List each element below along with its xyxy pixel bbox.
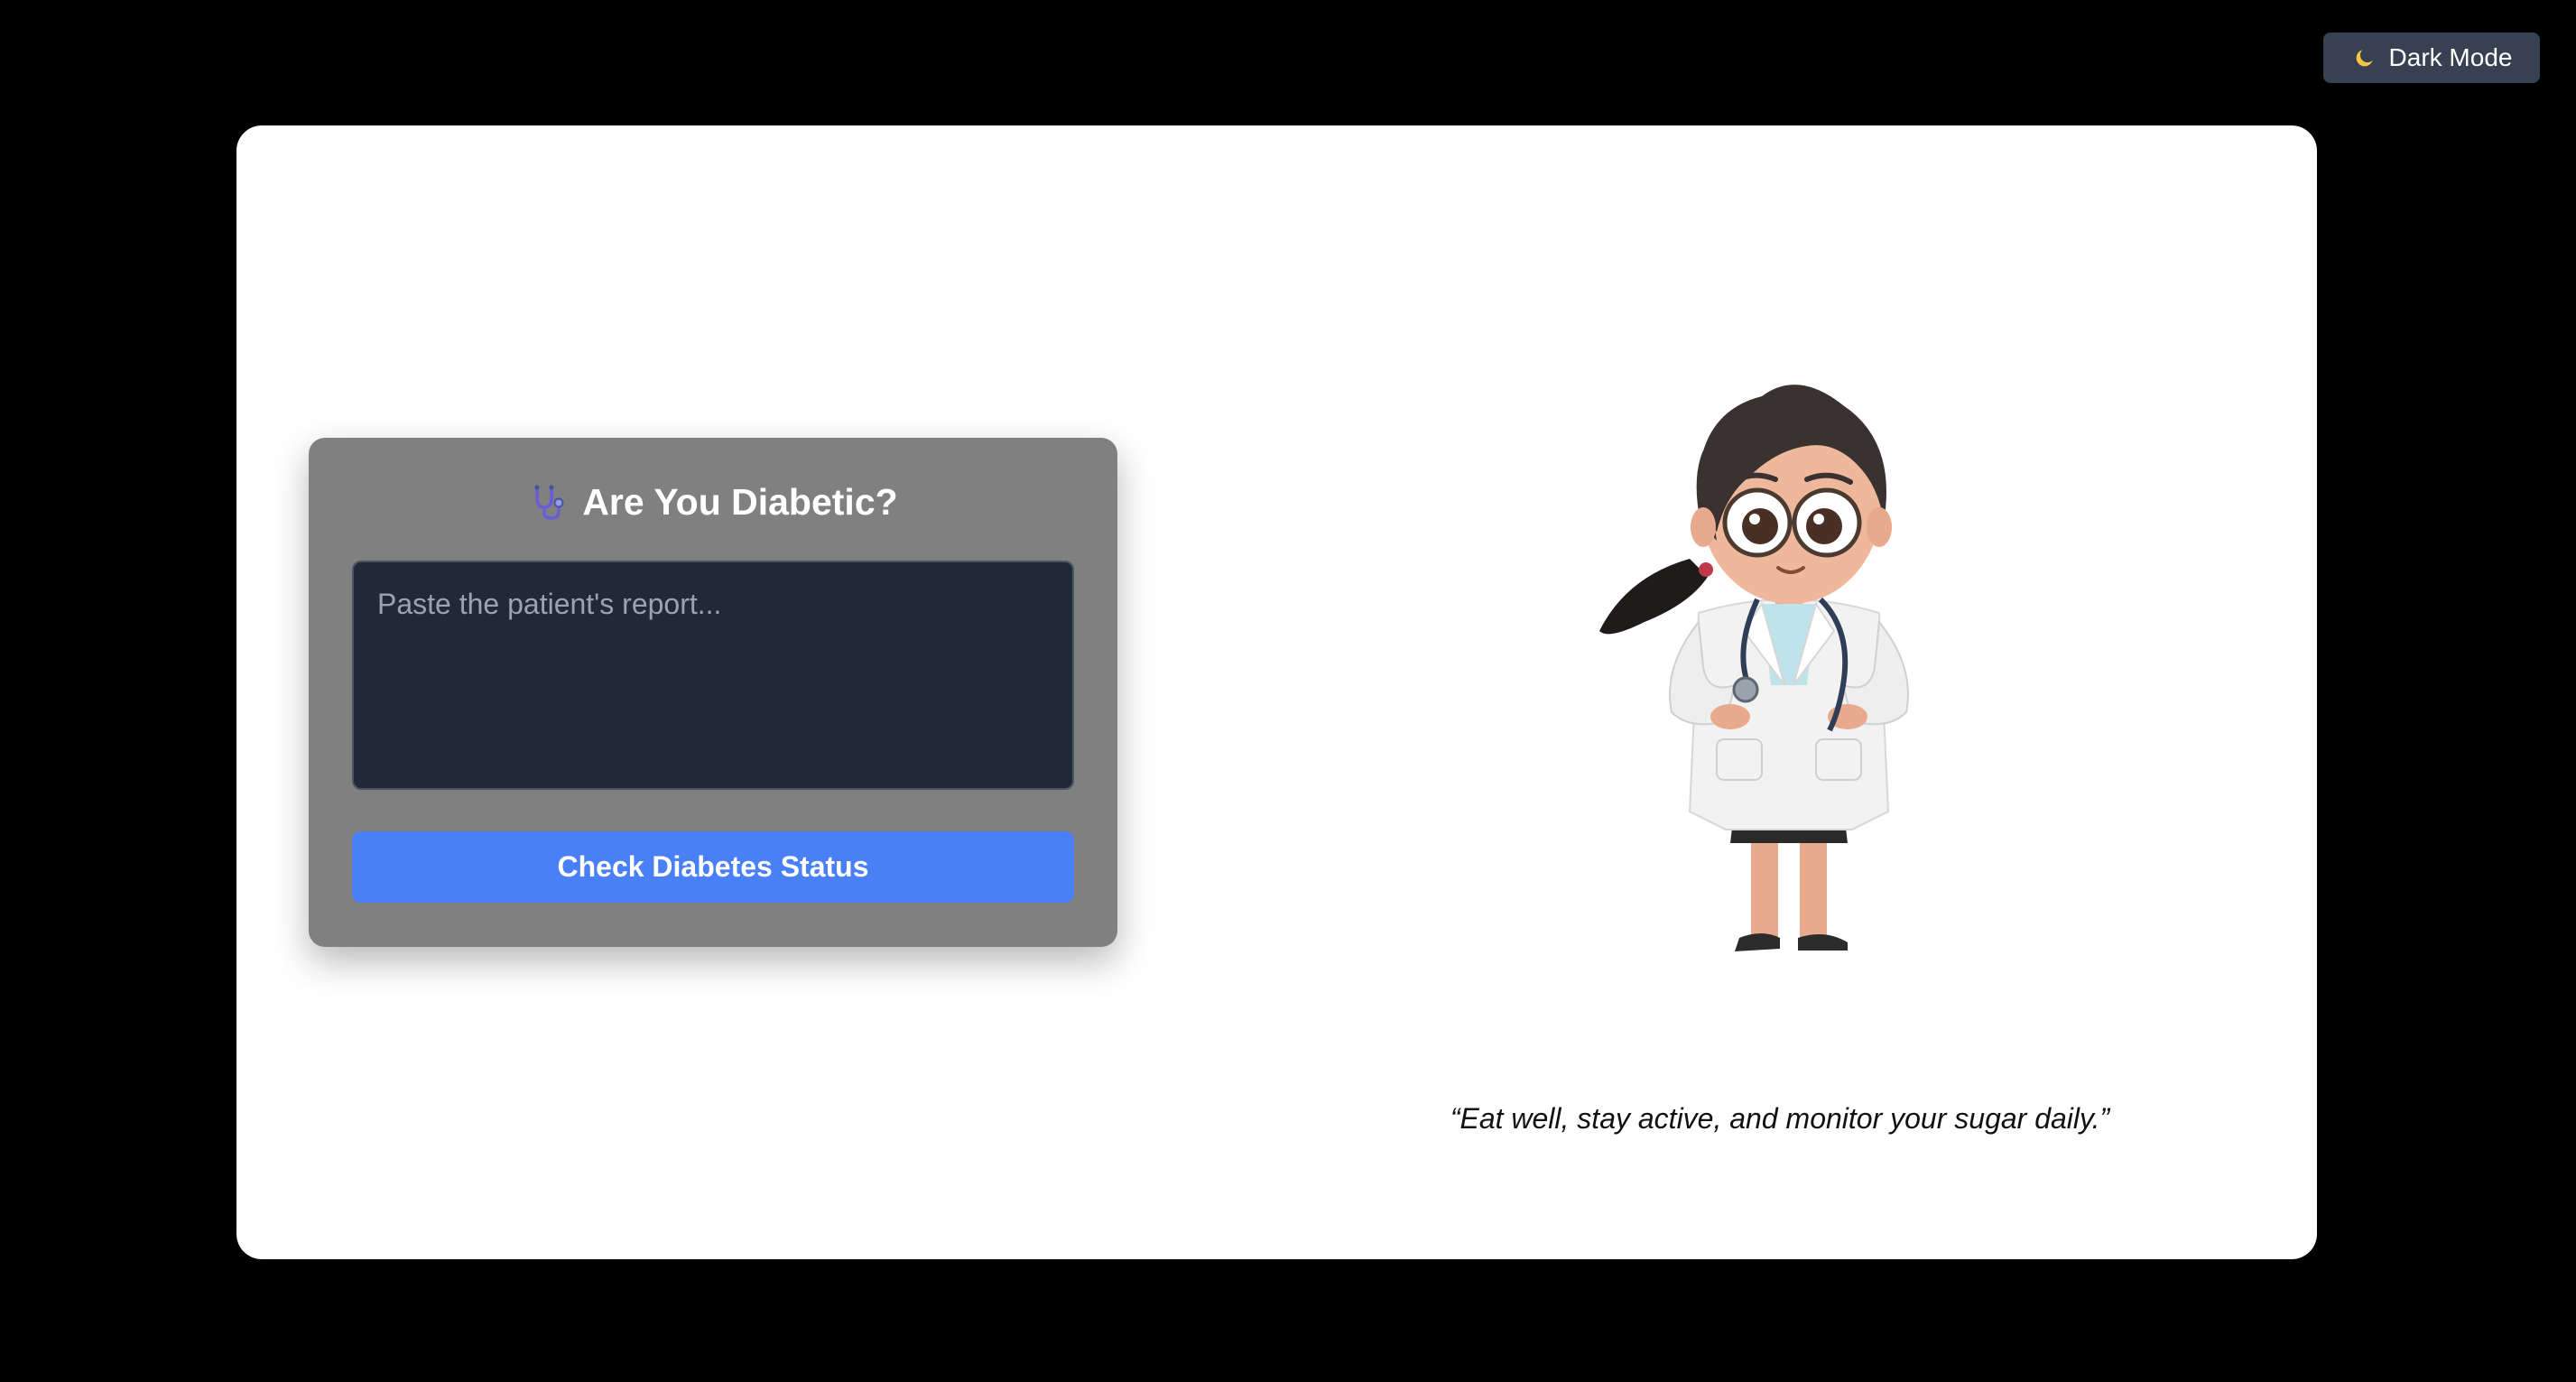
check-diabetes-status-button[interactable]: Check Diabetes Status — [352, 831, 1074, 903]
stethoscope-icon — [528, 482, 570, 524]
dark-mode-label: Dark Mode — [2388, 43, 2513, 71]
form-header: Are You Diabetic? — [309, 481, 1117, 524]
health-quote: “Eat well, stay active, and monitor your… — [1450, 1102, 2110, 1135]
form-title: Are You Diabetic? — [582, 481, 898, 523]
moon-icon — [2351, 44, 2378, 71]
page: Dark Mode Are You Diabetic? Check Diabet… — [0, 0, 2576, 1382]
doctor-illustration — [1590, 306, 1988, 992]
diabetes-check-form: Are You Diabetic? Check Diabetes Status — [309, 438, 1117, 947]
main-card: Are You Diabetic? Check Diabetes Status — [236, 125, 2317, 1259]
dark-mode-toggle[interactable]: Dark Mode — [2323, 32, 2540, 83]
patient-report-input[interactable] — [352, 561, 1074, 790]
doctor-ponytail — [1599, 559, 1708, 635]
